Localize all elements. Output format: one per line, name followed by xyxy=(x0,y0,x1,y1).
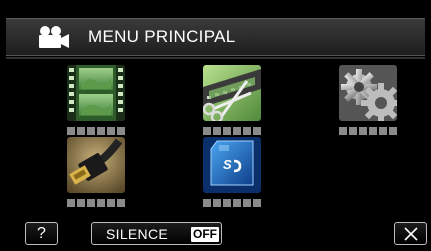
tile-label-placeholder xyxy=(197,127,267,136)
header-bar: MENU PRINCIPAL xyxy=(6,18,425,56)
tile-label-placeholder xyxy=(197,199,267,208)
film-scissors-icon xyxy=(203,65,261,121)
close-icon xyxy=(404,227,418,241)
tile-label-placeholder xyxy=(61,199,131,208)
connect-tile[interactable] xyxy=(61,137,131,215)
settings-tile[interactable] xyxy=(333,65,403,143)
tile-label-placeholder xyxy=(333,127,403,136)
silence-state-badge: OFF xyxy=(191,227,219,242)
help-button[interactable]: ? xyxy=(25,222,58,245)
silence-button[interactable]: SILENCE OFF xyxy=(91,222,222,245)
tile-label-placeholder xyxy=(61,127,131,136)
close-button[interactable] xyxy=(394,222,427,245)
sd-card-tile[interactable]: S xyxy=(197,137,267,215)
header-divider xyxy=(6,57,425,59)
film-tile[interactable] xyxy=(61,65,131,143)
menu-screen: MENU PRINCIPAL S ? SILENCE OFF xyxy=(0,0,431,251)
video-camera-icon xyxy=(39,26,69,48)
film-strip-icon xyxy=(67,65,125,121)
gears-icon xyxy=(339,65,397,121)
svg-text:S: S xyxy=(223,157,232,172)
sd-card-icon: S xyxy=(203,137,261,193)
help-label: ? xyxy=(37,225,46,242)
hdmi-cable-icon xyxy=(67,137,125,193)
silence-label: SILENCE xyxy=(106,226,169,242)
edit-tile[interactable] xyxy=(197,65,267,143)
page-title: MENU PRINCIPAL xyxy=(88,27,236,46)
